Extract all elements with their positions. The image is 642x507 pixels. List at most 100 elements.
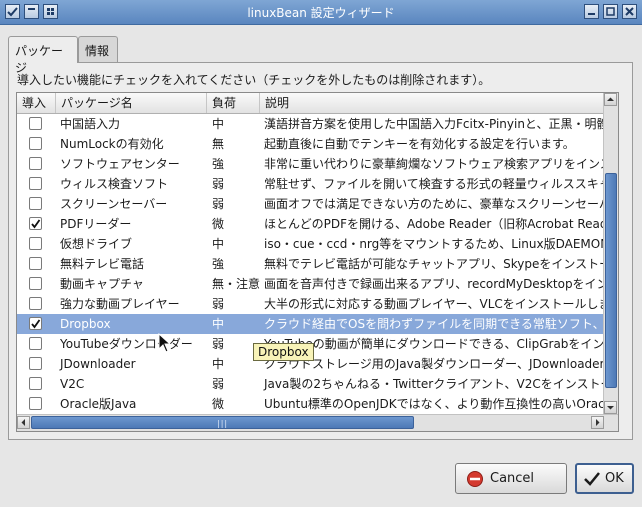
window-title: linuxBean 設定ウィザード <box>247 6 395 20</box>
arrow-left-icon <box>21 419 25 426</box>
package-name: 強力な動画プレイヤー <box>60 297 180 311</box>
package-name: JDownloader <box>60 357 136 371</box>
horizontal-scrollbar[interactable]: ||| <box>17 414 618 431</box>
table-row[interactable]: 中国語入力 中 漢語拼音方案を使用した中国語入力Fcitx-Pinyinと、正黒・明… <box>17 114 604 134</box>
package-description: 非常に重い代わりに豪華絢爛なソフトウェア検索アプリをインスト <box>264 157 604 171</box>
install-checkbox[interactable] <box>29 337 42 350</box>
package-load: 強 <box>212 257 225 271</box>
install-cell <box>17 354 56 374</box>
tab-packages[interactable]: パッケージ <box>8 36 78 75</box>
horizontal-scroll-thumb[interactable]: ||| <box>31 416 414 429</box>
install-cell <box>17 334 56 354</box>
install-checkbox[interactable] <box>29 377 42 390</box>
settings-wizard-window: linuxBean 設定ウィザード パッケージ 情報 導入したい機能にチェックを… <box>0 0 642 507</box>
table-row[interactable]: NumLockの有効化 無 起動直後に自動でテンキーを有効化する設定を行います。 <box>17 134 604 154</box>
install-checkbox[interactable] <box>29 317 42 330</box>
scroll-up-button[interactable] <box>604 93 617 106</box>
table-row[interactable]: 無料テレビ電話 強 無料でテレビ電話が可能なチャットアプリ、Skypeをインストール… <box>17 254 604 274</box>
package-description: iso・cue・ccd・nrg等をマウントするため、Linux版DAEMON T… <box>264 237 604 251</box>
package-load: 無 <box>212 137 225 151</box>
table-row[interactable]: ウィルス検査ソフト 弱 常駐せず、ファイルを開いて検査する形式の軽量ウィルススキャナ <box>17 174 604 194</box>
install-checkbox[interactable] <box>29 217 42 230</box>
vertical-scrollbar[interactable] <box>603 93 618 414</box>
table-row[interactable]: PDFリーダー 微 ほとんどのPDFを開ける、Adobe Reader（旧称Acro… <box>17 214 604 234</box>
install-cell <box>17 114 56 134</box>
tooltip: Dropbox <box>253 343 314 361</box>
install-cell <box>17 374 56 394</box>
table-row[interactable]: ソフトウェアセンター 強 非常に重い代わりに豪華絢爛なソフトウェア検索アプリをインス… <box>17 154 604 174</box>
package-name: 無料テレビ電話 <box>60 257 145 271</box>
package-load: 中 <box>212 237 225 251</box>
cancel-icon <box>467 471 483 487</box>
arrow-up-icon <box>607 97 614 101</box>
package-load: 弱 <box>212 377 225 391</box>
install-checkbox[interactable] <box>29 257 42 270</box>
table-row[interactable]: 動画キャプチャ 無・注意 画面を音声付きで録画出来るアプリ、recordMyDesk… <box>17 274 604 294</box>
install-cell <box>17 394 56 414</box>
table-row[interactable]: Oracle版Java 微 Ubuntu標準のOpenJDKではなく、より動作互換性… <box>17 394 604 414</box>
close-button[interactable] <box>622 4 637 19</box>
package-description: 画面オフでは満足できない方のために、豪華なスクリーンセーバー <box>264 197 604 211</box>
install-checkbox[interactable] <box>29 117 42 130</box>
minimize-icon <box>588 13 595 15</box>
minimize-button[interactable] <box>584 4 599 19</box>
cancel-button[interactable]: Cancel <box>455 463 567 494</box>
install-cell <box>17 154 56 174</box>
install-cell <box>17 274 56 294</box>
table-row[interactable]: V2C 弱 Java製の2ちゃんねる・Twitterクライアント、V2Cをインストー… <box>17 374 604 394</box>
install-checkbox[interactable] <box>29 297 42 310</box>
package-load: 弱 <box>212 177 225 191</box>
install-cell <box>17 254 56 274</box>
cancel-button-label: Cancel <box>490 471 535 486</box>
table-row[interactable]: スクリーンセーバー 弱 画面オフでは満足できない方のために、豪華なスクリーンセーバー <box>17 194 604 214</box>
install-checkbox[interactable] <box>29 137 42 150</box>
package-description: 漢語拼音方案を使用した中国語入力Fcitx-Pinyinと、正黒・明體 <box>264 117 604 131</box>
package-load: 弱 <box>212 197 225 211</box>
package-name: YouTubeダウンローダー <box>60 337 193 351</box>
close-icon <box>625 7 634 16</box>
maximize-button[interactable] <box>603 4 618 19</box>
install-checkbox[interactable] <box>29 157 42 170</box>
install-checkbox[interactable] <box>29 177 42 190</box>
package-name: 仮想ドライブ <box>60 237 133 251</box>
install-checkbox[interactable] <box>29 237 42 250</box>
package-description: 無料でテレビ電話が可能なチャットアプリ、Skypeをインストールし <box>264 257 604 271</box>
package-description: 画面を音声付きで録画出来るアプリ、recordMyDesktopをインス <box>264 277 604 291</box>
install-checkbox[interactable] <box>29 197 42 210</box>
column-header-install[interactable]: 導入 <box>17 93 56 113</box>
package-name: Dropbox <box>60 317 111 331</box>
install-checkbox[interactable] <box>29 277 42 290</box>
package-load: 強 <box>212 157 225 171</box>
arrow-right-icon <box>596 419 600 426</box>
install-checkbox[interactable] <box>29 397 42 410</box>
package-description: 起動直後に自動でテンキーを有効化する設定を行います。 <box>264 137 575 151</box>
scroll-right-button[interactable] <box>591 416 604 429</box>
package-name: Oracle版Java <box>60 397 137 411</box>
package-name: 中国語入力 <box>60 117 121 131</box>
table-row[interactable]: 強力な動画プレイヤー 弱 大半の形式に対応する動画プレイヤー、VLCをインストールし… <box>17 294 604 314</box>
tab-info[interactable]: 情報 <box>78 36 118 62</box>
scroll-left-button[interactable] <box>17 416 30 429</box>
checkmark-icon <box>584 472 600 486</box>
install-cell <box>17 134 56 154</box>
table-row[interactable]: Dropbox 中 クラウド経由でOSを問わずファイルを同期できる常駐ソフト、Dro… <box>17 314 604 334</box>
ok-button[interactable]: OK <box>575 463 634 494</box>
ok-button-label: OK <box>605 471 624 486</box>
package-list[interactable]: 導入 パッケージ名 負荷 説明 中国語入力中漢語拼音方案を使用した中国語入力Fc… <box>16 92 619 432</box>
install-checkbox[interactable] <box>29 357 42 370</box>
package-description: Java製の2ちゃんねる・Twitterクライアント、V2Cをインストールし <box>264 377 604 391</box>
package-name: V2C <box>60 377 85 391</box>
list-header: 導入 パッケージ名 負荷 説明 <box>17 93 604 114</box>
titlebar[interactable]: linuxBean 設定ウィザード <box>0 0 642 25</box>
column-header-description[interactable]: 説明 <box>260 93 604 113</box>
package-name: ソフトウェアセンター <box>60 157 180 171</box>
column-header-name[interactable]: パッケージ名 <box>56 93 207 113</box>
install-cell <box>17 314 56 334</box>
scroll-down-button[interactable] <box>604 401 617 414</box>
vertical-scroll-thumb[interactable] <box>605 173 617 388</box>
column-header-load[interactable]: 負荷 <box>207 93 260 113</box>
package-name: NumLockの有効化 <box>60 137 164 151</box>
table-row[interactable]: 仮想ドライブ 中 iso・cue・ccd・nrg等をマウントするため、Linux版D… <box>17 234 604 254</box>
package-load: 弱 <box>212 297 225 311</box>
package-load: 中 <box>212 117 225 131</box>
